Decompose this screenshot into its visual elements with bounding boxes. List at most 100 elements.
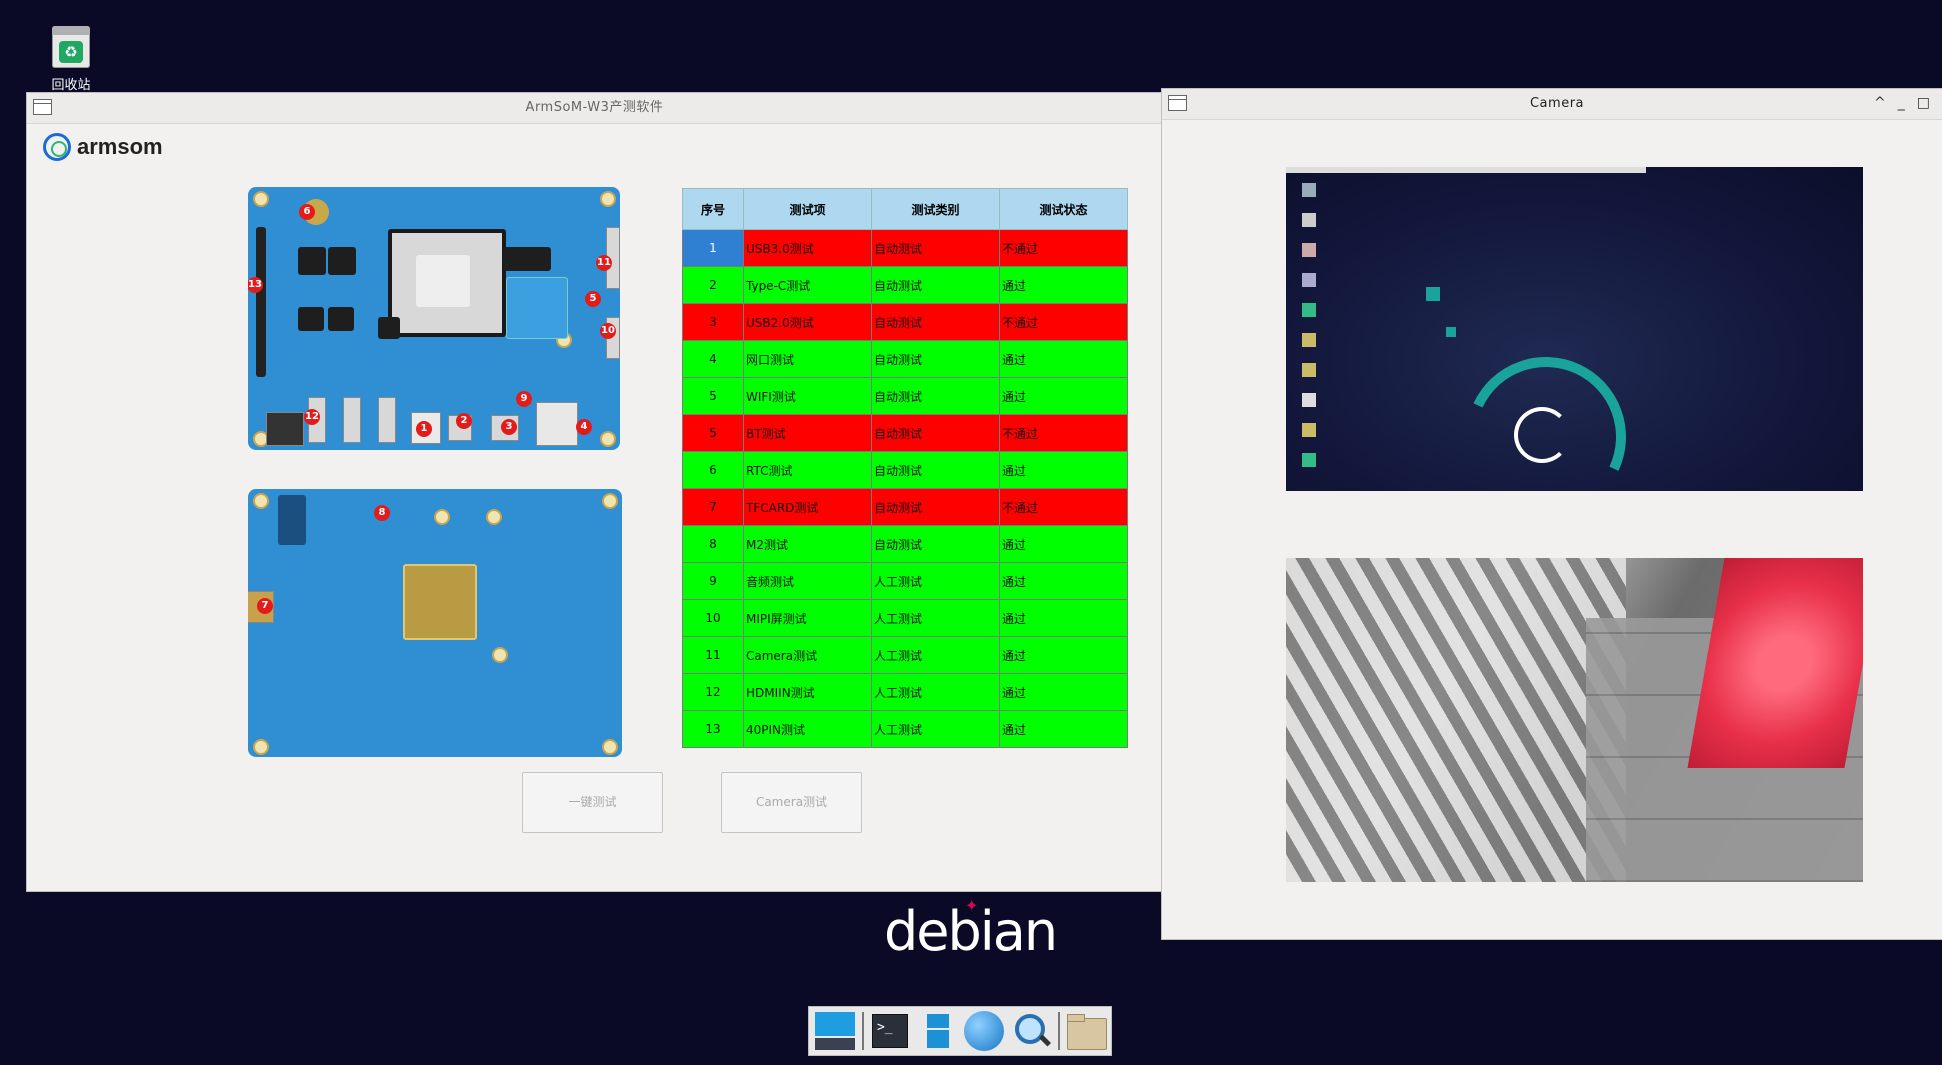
cell-item[interactable]: RTC测试 (743, 451, 872, 489)
table-row[interactable]: 9 音频测试 人工测试 通过 (682, 562, 1128, 600)
show-desktop-icon[interactable] (813, 1010, 856, 1052)
board-marker-12: 12 (304, 409, 320, 425)
table-row[interactable]: 2 Type-C测试 自动测试 通过 (682, 266, 1128, 304)
cell-seq[interactable]: 5 (682, 414, 744, 452)
cell-seq[interactable]: 4 (682, 340, 744, 378)
col-header-item[interactable]: 测试项 (743, 188, 872, 230)
table-row[interactable]: 7 TFCARD测试 自动测试 不通过 (682, 488, 1128, 526)
cell-seq[interactable]: 5 (682, 377, 744, 415)
cell-status[interactable]: 通过 (999, 266, 1128, 304)
cell-item[interactable]: 网口测试 (743, 340, 872, 378)
cell-category[interactable]: 人工测试 (871, 599, 1000, 637)
test-results-table[interactable]: 序号 测试项 测试类别 测试状态 1 USB3.0测试 自动测试 不通过 2 Type-C… (682, 188, 1128, 748)
cell-item[interactable]: 音频测试 (743, 562, 872, 600)
cell-status[interactable]: 不通过 (999, 414, 1128, 452)
camera-window-menu-icon[interactable] (1168, 95, 1187, 111)
cell-status[interactable]: 不通过 (999, 488, 1128, 526)
board-marker-9: 9 (516, 391, 532, 407)
terminal-icon[interactable]: >_ (868, 1010, 911, 1052)
table-row[interactable]: 3 USB2.0测试 自动测试 不通过 (682, 303, 1128, 341)
cell-seq[interactable]: 2 (682, 266, 744, 304)
cell-seq[interactable]: 3 (682, 303, 744, 341)
cell-status[interactable]: 通过 (999, 562, 1128, 600)
camera-window-titlebar[interactable]: Camera ^_□ (1162, 89, 1942, 120)
trash-desktop-icon[interactable]: ♻ 回收站 (42, 26, 100, 93)
web-browser-icon[interactable] (962, 1010, 1005, 1052)
table-row[interactable]: 5 BT测试 自动测试 不通过 (682, 414, 1128, 452)
cell-status[interactable]: 通过 (999, 673, 1128, 711)
table-row[interactable]: 11 Camera测试 人工测试 通过 (682, 636, 1128, 674)
col-header-category[interactable]: 测试类别 (871, 188, 1000, 230)
cell-seq[interactable]: 11 (682, 636, 744, 674)
table-row[interactable]: 5 WIFI测试 自动测试 通过 (682, 377, 1128, 415)
cell-item[interactable]: USB3.0测试 (743, 229, 872, 267)
cell-item[interactable]: Type-C测试 (743, 266, 872, 304)
cell-category[interactable]: 自动测试 (871, 488, 1000, 526)
trash-icon: ♻ (52, 26, 90, 68)
table-row[interactable]: 10 MIPI屏测试 人工测试 通过 (682, 599, 1128, 637)
cell-category[interactable]: 人工测试 (871, 673, 1000, 711)
cell-category[interactable]: 自动测试 (871, 525, 1000, 563)
maximize-button[interactable]: □ (1917, 95, 1942, 111)
cell-item[interactable]: USB2.0测试 (743, 303, 872, 341)
cell-seq[interactable]: 6 (682, 451, 744, 489)
cell-seq[interactable]: 9 (682, 562, 744, 600)
camera-test-button[interactable]: Camera测试 (721, 772, 862, 833)
table-row[interactable]: 4 网口测试 自动测试 通过 (682, 340, 1128, 378)
cell-status[interactable]: 不通过 (999, 229, 1128, 267)
one-click-test-button[interactable]: 一键测试 (522, 772, 663, 833)
main-window-title: ArmSoM-W3产测软件 (525, 100, 664, 115)
cell-seq[interactable]: 7 (682, 488, 744, 526)
cell-item[interactable]: TFCARD测试 (743, 488, 872, 526)
folder-icon[interactable] (1064, 1010, 1107, 1052)
cell-category[interactable]: 自动测试 (871, 340, 1000, 378)
cell-seq[interactable]: 10 (682, 599, 744, 637)
window-menu-icon[interactable] (33, 99, 52, 115)
cell-category[interactable]: 自动测试 (871, 229, 1000, 267)
cell-status[interactable]: 通过 (999, 451, 1128, 489)
cell-item[interactable]: M2测试 (743, 525, 872, 563)
cell-seq[interactable]: 12 (682, 673, 744, 711)
cell-item[interactable]: WIFI测试 (743, 377, 872, 415)
cell-item[interactable]: 40PIN测试 (743, 710, 872, 748)
cell-seq[interactable]: 1 (682, 229, 744, 267)
cell-item[interactable]: BT测试 (743, 414, 872, 452)
file-manager-icon[interactable] (915, 1010, 958, 1052)
cell-item[interactable]: Camera测试 (743, 636, 872, 674)
cell-status[interactable]: 通过 (999, 377, 1128, 415)
table-row[interactable]: 13 40PIN测试 人工测试 通过 (682, 710, 1128, 748)
cell-category[interactable]: 自动测试 (871, 451, 1000, 489)
cell-category[interactable]: 人工测试 (871, 636, 1000, 674)
board-marker-7: 7 (257, 598, 273, 614)
cell-status[interactable]: 通过 (999, 636, 1128, 674)
table-row[interactable]: 1 USB3.0测试 自动测试 不通过 (682, 229, 1128, 267)
col-header-status[interactable]: 测试状态 (999, 188, 1128, 230)
cell-status[interactable]: 不通过 (999, 303, 1128, 341)
minimize-button[interactable]: _ (1898, 95, 1917, 111)
shade-button[interactable]: ^ (1874, 95, 1898, 111)
taskbar: >_ (808, 1006, 1112, 1056)
cell-status[interactable]: 通过 (999, 340, 1128, 378)
cell-item[interactable]: HDMIIN测试 (743, 673, 872, 711)
trash-label: 回收站 (51, 78, 91, 93)
cell-status[interactable]: 通过 (999, 525, 1128, 563)
table-row[interactable]: 8 M2测试 自动测试 通过 (682, 525, 1128, 563)
table-row[interactable]: 6 RTC测试 自动测试 通过 (682, 451, 1128, 489)
cell-status[interactable]: 通过 (999, 599, 1128, 637)
cell-category[interactable]: 自动测试 (871, 266, 1000, 304)
cell-seq[interactable]: 8 (682, 525, 744, 563)
cell-category[interactable]: 人工测试 (871, 710, 1000, 748)
camera-window-title: Camera (1529, 96, 1585, 111)
cell-category[interactable]: 人工测试 (871, 562, 1000, 600)
cell-status[interactable]: 通过 (999, 710, 1128, 748)
search-icon[interactable] (1009, 1010, 1052, 1052)
cell-category[interactable]: 自动测试 (871, 303, 1000, 341)
main-window-titlebar[interactable]: ArmSoM-W3产测软件 (27, 93, 1162, 124)
col-header-seq[interactable]: 序号 (682, 188, 744, 230)
table-row[interactable]: 12 HDMIIN测试 人工测试 通过 (682, 673, 1128, 711)
armsom-logo: armsom (43, 131, 163, 163)
cell-category[interactable]: 自动测试 (871, 414, 1000, 452)
cell-seq[interactable]: 13 (682, 710, 744, 748)
cell-item[interactable]: MIPI屏测试 (743, 599, 872, 637)
cell-category[interactable]: 自动测试 (871, 377, 1000, 415)
